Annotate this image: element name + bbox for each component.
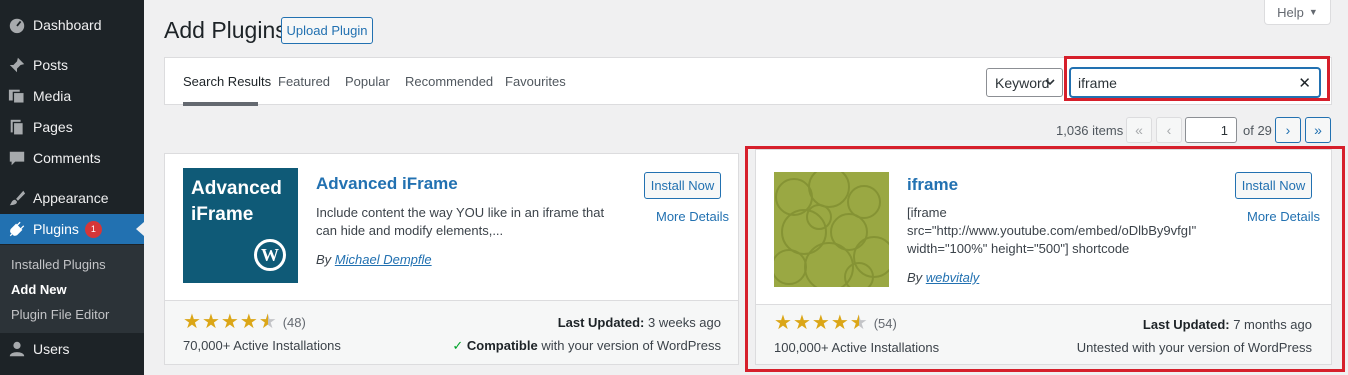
star-full-icon: ★ (201, 311, 220, 333)
submenu-installed-plugins[interactable]: Installed Plugins (11, 257, 106, 272)
more-details-link[interactable]: More Details (656, 209, 729, 224)
star-half-icon: ★ (258, 311, 277, 333)
thumbnail-text: Advanced iFrame (191, 176, 282, 228)
last-page-button[interactable]: » (1305, 117, 1331, 143)
page-title: Add Plugins (164, 17, 287, 43)
compat-label: Compatible (466, 338, 538, 353)
dashboard-icon (7, 15, 27, 35)
tab-favourites[interactable]: Favourites (505, 74, 566, 89)
pin-icon (7, 55, 27, 75)
menu-posts[interactable]: Posts (0, 50, 144, 80)
install-now-button[interactable]: Install Now (644, 172, 721, 199)
tab-popular[interactable]: Popular (345, 74, 390, 89)
star-full-icon: ★ (220, 311, 239, 333)
tab-search-results[interactable]: Search Results (183, 74, 271, 89)
next-page-button[interactable]: › (1275, 117, 1301, 143)
last-updated: Last Updated: 3 weeks ago (558, 315, 721, 330)
star-full-icon: ★ (239, 311, 258, 333)
submenu-plugin-file-editor[interactable]: Plugin File Editor (11, 307, 109, 322)
tab-featured[interactable]: Featured (278, 74, 330, 89)
first-page-button: « (1126, 117, 1152, 143)
active-tab-underline (183, 102, 258, 106)
plugins-submenu: Installed Plugins Add New Plugin File Ed… (0, 245, 144, 333)
brush-icon (7, 188, 27, 208)
search-type-value: Keyword (995, 74, 1050, 91)
prev-page-button: ‹ (1156, 117, 1182, 143)
plugin-description: Include content the way YOU like in an i… (316, 205, 605, 238)
star-rating: ★ ★ ★ ★ ★ (48) (183, 312, 306, 332)
chevron-down-icon (1044, 75, 1056, 92)
page-total: of 29 (1243, 123, 1272, 138)
search-highlight-box (1064, 56, 1330, 101)
wordpress-logo-icon: W (254, 239, 286, 271)
menu-plugins[interactable]: Plugins 1 (0, 214, 144, 244)
plugin-card: Advanced iFrame W Advanced iFrame Includ… (164, 153, 739, 365)
plug-icon (7, 219, 27, 239)
tab-recommended[interactable]: Recommended (405, 74, 493, 89)
author-prefix: By (316, 252, 332, 267)
plugin-author: By Michael Dempfle (316, 252, 432, 267)
menu-users[interactable]: Users (0, 334, 144, 364)
menu-appearance[interactable]: Appearance (0, 183, 144, 213)
menu-media-label: Media (33, 88, 72, 104)
plugin-thumbnail[interactable]: Advanced iFrame W (183, 168, 298, 283)
admin-sidebar: Dashboard Posts Media Pages Comments App… (0, 0, 144, 375)
help-label: Help (1277, 4, 1304, 20)
menu-comments[interactable]: Comments (0, 143, 144, 173)
upload-plugin-button[interactable]: Upload Plugin (281, 17, 373, 44)
menu-dashboard-label: Dashboard (33, 17, 102, 33)
help-button[interactable]: Help ▼ (1264, 0, 1331, 25)
last-updated-value: 3 weeks ago (648, 315, 721, 330)
pagination: 1,036 items « ‹ 1 of 29 › » (0, 117, 1348, 143)
submenu-add-new[interactable]: Add New (11, 282, 67, 297)
menu-plugins-label: Plugins (33, 221, 79, 237)
current-menu-arrow (136, 222, 144, 236)
media-icon (7, 86, 27, 106)
thumbnail-line-1: Advanced (191, 178, 282, 199)
comment-icon (7, 148, 27, 168)
menu-users-label: Users (33, 341, 70, 357)
star-full-icon: ★ (183, 311, 201, 333)
compatibility-status: ✓ Compatible with your version of WordPr… (452, 338, 721, 354)
card-highlight-box (745, 146, 1345, 372)
last-updated-label: Last Updated: (557, 315, 645, 330)
plugin-card-footer: ★ ★ ★ ★ ★ (48) 70,000+ Active Installati… (165, 300, 738, 364)
check-icon: ✓ (452, 338, 464, 353)
rating-count: (48) (282, 314, 306, 330)
plugin-name-link[interactable]: Advanced iFrame (316, 174, 458, 194)
menu-comments-label: Comments (33, 150, 101, 166)
items-count: 1,036 items (1056, 123, 1124, 138)
search-type-select[interactable]: Keyword (986, 68, 1063, 97)
update-count-badge: 1 (84, 220, 102, 238)
author-link[interactable]: Michael Dempfle (335, 252, 432, 267)
current-page-input[interactable]: 1 (1185, 117, 1237, 143)
active-installations: 70,000+ Active Installations (183, 338, 341, 353)
user-icon (7, 339, 27, 359)
menu-posts-label: Posts (33, 57, 69, 73)
thumbnail-line-2: iFrame (191, 204, 254, 225)
menu-media[interactable]: Media (0, 81, 144, 111)
compat-text: with your version of WordPress (541, 338, 721, 353)
menu-dashboard[interactable]: Dashboard (0, 10, 144, 40)
caret-down-icon: ▼ (1308, 7, 1318, 17)
menu-appearance-label: Appearance (33, 190, 109, 206)
